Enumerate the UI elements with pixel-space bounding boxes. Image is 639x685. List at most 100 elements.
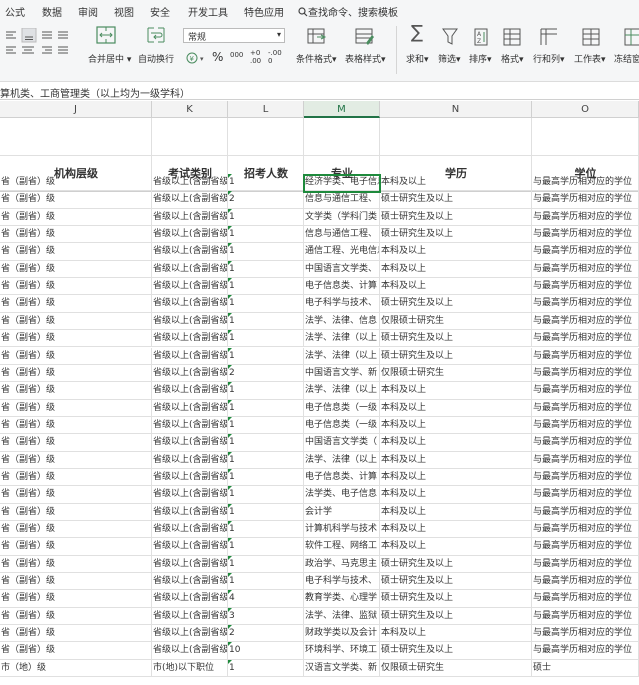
cell-major[interactable]: 文学类（学科门类 [304, 208, 380, 227]
cell-recruit-count[interactable]: 1 [228, 208, 304, 227]
cell-education[interactable]: 本科及以上 [380, 451, 532, 469]
cell-recruit-count[interactable]: 2 [228, 191, 304, 209]
cell-agency-level[interactable]: 省（副省）级 [0, 399, 152, 417]
cell-recruit-count[interactable]: 1 [228, 382, 304, 400]
cell-degree[interactable]: 与最高学历相对应的学位 [532, 434, 639, 452]
cell-education[interactable]: 本科及以上 [380, 243, 532, 261]
cell-major[interactable]: 汉语言文学类、新 [304, 659, 380, 678]
cell-major[interactable]: 经济学类、电子信息 [304, 174, 380, 192]
table-style-icon[interactable] [355, 28, 375, 46]
cell-education[interactable]: 硕士研究生及以上 [380, 573, 532, 591]
cell-agency-level[interactable]: 省（副省）级 [0, 278, 152, 296]
cell-major[interactable]: 电子科学与技术、 [304, 573, 380, 591]
cell-exam-type[interactable]: 省级以上(含副省级 [152, 434, 228, 452]
cell-major[interactable]: 教育学类、心理学 [304, 590, 380, 608]
cell-degree[interactable]: 与最高学历相对应的学位 [532, 191, 639, 209]
cell-recruit-count[interactable]: 1 [228, 659, 304, 678]
cell-degree[interactable]: 与最高学历相对应的学位 [532, 364, 639, 383]
cell-agency-level[interactable]: 省（副省）级 [0, 191, 152, 209]
cell-exam-type[interactable]: 省级以上(含副省级 [152, 260, 228, 279]
cell-education[interactable]: 硕士研究生及以上 [380, 191, 532, 209]
cell-recruit-count[interactable]: 4 [228, 590, 304, 608]
menu-formulas[interactable]: 公式 [5, 4, 25, 19]
cell-recruit-count[interactable]: 1 [228, 521, 304, 539]
cell-recruit-count[interactable]: 1 [228, 503, 304, 521]
cell-agency-level[interactable]: 省（副省）级 [0, 607, 152, 626]
cell-major[interactable]: 法学类、电子信息 [304, 486, 380, 504]
cell-major[interactable]: 信息与通信工程、 [304, 191, 380, 209]
cell-exam-type[interactable]: 省级以上(含副省级 [152, 174, 228, 192]
cell-agency-level[interactable]: 省（副省）级 [0, 486, 152, 504]
row-column-button[interactable]: 行和列▾ [533, 52, 565, 65]
cell-degree[interactable]: 与最高学历相对应的学位 [532, 208, 639, 227]
cell-degree[interactable]: 与最高学历相对应的学位 [532, 243, 639, 261]
cell-degree[interactable]: 与最高学历相对应的学位 [532, 486, 639, 504]
cell-education[interactable]: 硕士研究生及以上 [380, 607, 532, 626]
column-header-n[interactable]: N [380, 101, 532, 118]
cell-degree[interactable]: 与最高学历相对应的学位 [532, 260, 639, 279]
cell-agency-level[interactable]: 省（副省）级 [0, 174, 152, 192]
menu-data[interactable]: 数据 [42, 4, 62, 19]
cell-recruit-count[interactable]: 1 [228, 295, 304, 313]
cell-exam-type[interactable]: 省级以上(含副省级 [152, 573, 228, 591]
column-header-o[interactable]: O [532, 101, 639, 118]
cell-major[interactable]: 电子信息类（一级 [304, 416, 380, 435]
menu-special[interactable]: 特色应用 [244, 4, 284, 19]
currency-icon[interactable]: ¥ ▾ [186, 51, 210, 65]
cell-agency-level[interactable]: 省（副省）级 [0, 521, 152, 539]
freeze-panes-icon[interactable] [624, 28, 639, 46]
cell-exam-type[interactable]: 省级以上(含副省级 [152, 191, 228, 209]
cell-recruit-count[interactable]: 1 [228, 399, 304, 417]
cell-agency-level[interactable]: 省（副省）级 [0, 503, 152, 521]
cell-exam-type[interactable]: 省级以上(含副省级 [152, 312, 228, 331]
cell-agency-level[interactable]: 省（副省）级 [0, 642, 152, 660]
cell-exam-type[interactable]: 省级以上(含副省级 [152, 451, 228, 469]
alignment-buttons-icon[interactable] [4, 28, 70, 58]
cell-recruit-count[interactable]: 1 [228, 174, 304, 192]
cell-major[interactable]: 信息与通信工程、 [304, 226, 380, 244]
cell-agency-level[interactable]: 省（副省）级 [0, 625, 152, 643]
cell-major[interactable]: 中国语言文学类（ [304, 434, 380, 452]
column-header-m[interactable]: M [304, 101, 380, 118]
cell-agency-level[interactable]: 省（副省）级 [0, 260, 152, 279]
cell-exam-type[interactable]: 省级以上(含副省级 [152, 382, 228, 400]
cell-education[interactable]: 本科及以上 [380, 521, 532, 539]
cell-exam-type[interactable]: 省级以上(含副省级 [152, 208, 228, 227]
cell-education[interactable]: 仅限硕士研究生 [380, 364, 532, 383]
cell-major[interactable]: 计算机科学与技术 [304, 521, 380, 539]
freeze-panes-button[interactable]: 冻结窗 [614, 52, 639, 65]
cell-degree[interactable]: 与最高学历相对应的学位 [532, 538, 639, 556]
cell-degree[interactable]: 与最高学历相对应的学位 [532, 399, 639, 417]
cell-recruit-count[interactable]: 1 [228, 486, 304, 504]
cell-education[interactable]: 硕士研究生及以上 [380, 642, 532, 660]
cell-recruit-count[interactable]: 2 [228, 625, 304, 643]
cell-exam-type[interactable]: 省级以上(含副省级 [152, 278, 228, 296]
cell-exam-type[interactable]: 省级以上(含副省级 [152, 538, 228, 556]
cell-recruit-count[interactable]: 1 [228, 573, 304, 591]
cell-exam-type[interactable]: 省级以上(含副省级 [152, 364, 228, 383]
cell-agency-level[interactable]: 省（副省）级 [0, 590, 152, 608]
cell-education[interactable]: 硕士研究生及以上 [380, 330, 532, 348]
cell-education[interactable]: 本科及以上 [380, 399, 532, 417]
cell[interactable] [228, 118, 304, 156]
cell-recruit-count[interactable]: 1 [228, 434, 304, 452]
cell-recruit-count[interactable]: 1 [228, 347, 304, 365]
cell-education[interactable]: 硕士研究生及以上 [380, 347, 532, 365]
cell-exam-type[interactable]: 省级以上(含副省级 [152, 607, 228, 626]
cell-major[interactable]: 电子科学与技术、 [304, 295, 380, 313]
cell-exam-type[interactable]: 省级以上(含副省级 [152, 503, 228, 521]
cell-education[interactable]: 本科及以上 [380, 468, 532, 487]
cell-education[interactable]: 硕士研究生及以上 [380, 590, 532, 608]
wrap-text-icon[interactable] [146, 26, 166, 44]
percent-button[interactable]: % [212, 50, 223, 64]
cell[interactable] [380, 118, 532, 156]
cell-degree[interactable]: 与最高学历相对应的学位 [532, 312, 639, 331]
cell-recruit-count[interactable]: 1 [228, 278, 304, 296]
cell-exam-type[interactable]: 省级以上(含副省级 [152, 468, 228, 487]
decrease-decimal-button[interactable]: -.00 0 [268, 49, 282, 65]
cell-degree[interactable]: 与最高学历相对应的学位 [532, 468, 639, 487]
cell-education[interactable]: 本科及以上 [380, 416, 532, 435]
increase-decimal-button[interactable]: +0 .00 [250, 49, 264, 65]
worksheet-icon[interactable] [582, 28, 600, 46]
cell-degree[interactable]: 与最高学历相对应的学位 [532, 521, 639, 539]
